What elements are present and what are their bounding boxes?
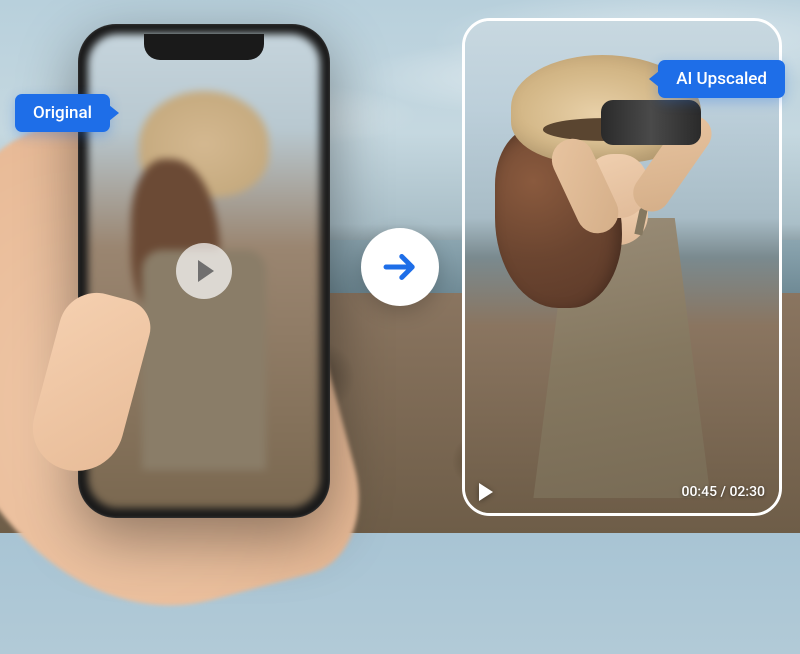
upscaled-label: AI Upscaled <box>658 60 785 98</box>
video-controls: 00:45 / 02:30 <box>479 483 765 501</box>
play-button-small[interactable] <box>479 483 493 501</box>
arrow-right-icon <box>379 246 421 288</box>
phone-notch <box>144 34 264 60</box>
play-icon <box>198 260 214 282</box>
transform-arrow <box>361 228 439 306</box>
video-timecode: 00:45 / 02:30 <box>682 484 765 500</box>
play-button-large[interactable] <box>176 243 232 299</box>
original-label: Original <box>15 94 110 132</box>
